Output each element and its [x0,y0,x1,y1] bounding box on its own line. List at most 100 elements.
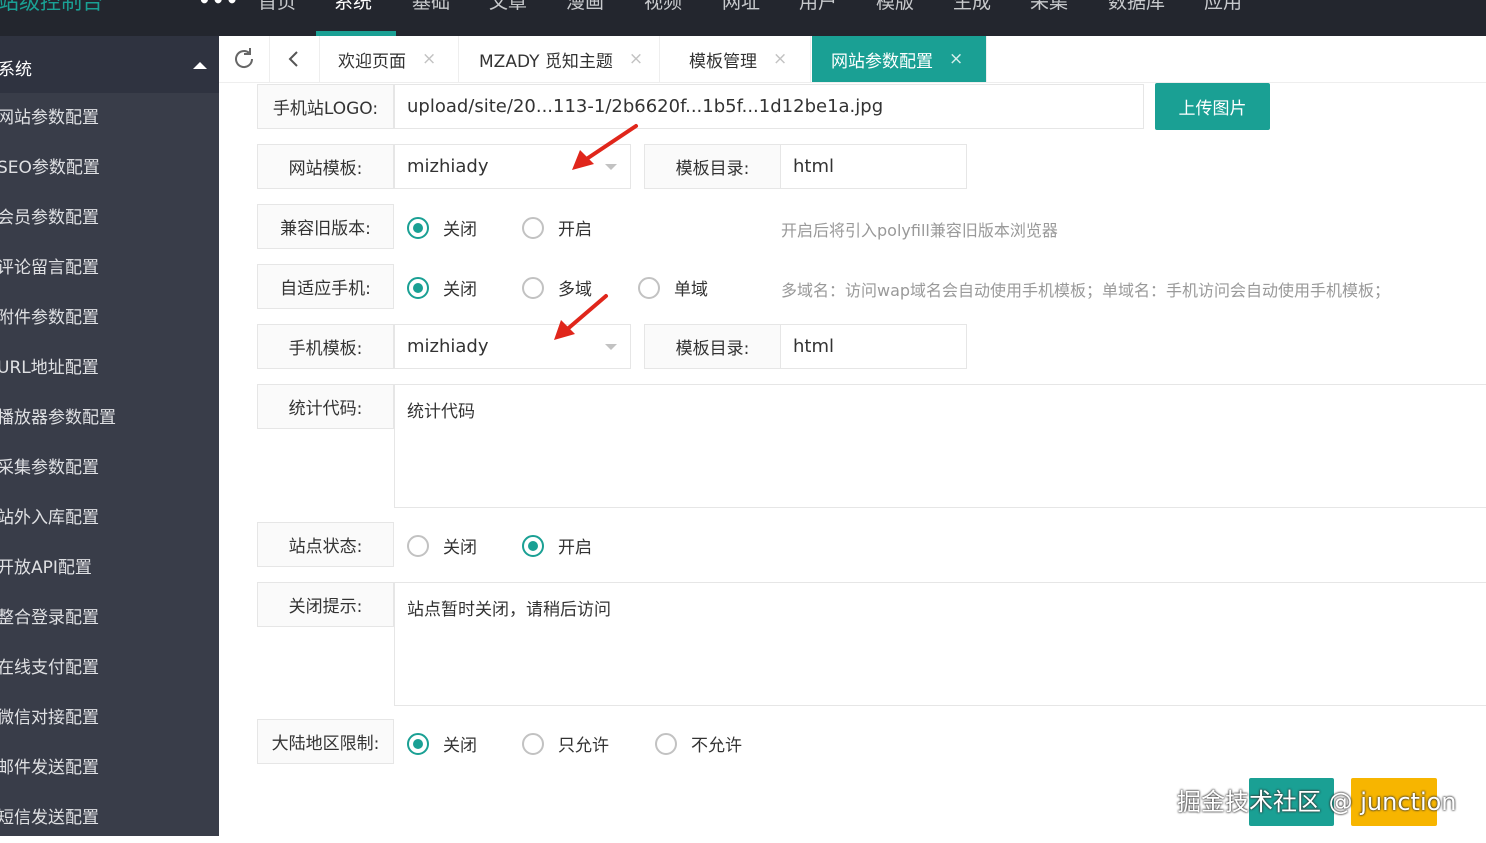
site-template-dir-input[interactable]: html [780,144,967,189]
adaptive-hint: 多域名：访问wap域名会自动使用手机模板；单域名：手机访问会自动使用手机模板； [781,281,1391,300]
sidebar-item-email-config[interactable]: 邮件发送配置 [0,743,219,793]
radio-circle [638,276,660,299]
topnav-item-url[interactable]: 网址 [722,0,760,14]
sidebar-item-api-config[interactable]: 开放API配置 [0,543,219,593]
tab-template-manage[interactable]: 模板管理 × [661,36,811,82]
topnav-item-system[interactable]: 系统 [334,0,372,14]
sidebar-item-wechat-config[interactable]: 微信对接配置 [0,693,219,743]
caret-up-icon [193,62,207,69]
tab-welcome[interactable]: 欢迎页面 × [319,36,459,82]
topnav-item-article[interactable]: 文章 [489,0,527,14]
site-template-label: 网站模板: [257,144,394,189]
close-icon[interactable]: × [422,49,436,69]
sidebar: 系统 网站参数配置 SEO参数配置 会员参数配置 评论留言配置 附件参数配置 U… [0,36,219,836]
topnav-item-generate[interactable]: 生成 [953,0,991,14]
region-radio-deny[interactable]: 不允许 [655,731,742,756]
radio-label: 关闭 [443,280,477,300]
radio-circle [407,732,429,755]
refresh-icon [235,48,254,68]
watermark-text: 掘金技术社区 @ junction [1177,788,1457,816]
radio-circle [655,732,677,755]
radio-circle [522,534,544,557]
radio-circle [407,276,429,299]
radio-circle [522,216,544,239]
site-status-radio-on[interactable]: 开启 [522,533,592,558]
close-icon[interactable]: × [629,49,643,69]
close-icon[interactable]: × [773,49,787,69]
radio-circle [407,534,429,557]
topnav-item-collect[interactable]: 采集 [1030,0,1068,14]
adaptive-radio-off[interactable]: 关闭 [407,275,477,300]
close-tip-label: 关闭提示: [257,582,394,627]
adaptive-label: 自适应手机: [257,264,394,309]
tab-bar: 欢迎页面 × MZADY 觅知主题 × 模板管理 × 网站参数配置 × [219,36,1486,83]
mobile-template-value: mizhiady [407,336,489,357]
compat-radio-off[interactable]: 关闭 [407,215,477,240]
topnav-item-home[interactable]: 首页 [258,0,296,14]
chevron-down-icon [605,344,617,350]
tab-label: MZADY 觅知主题 [479,51,613,72]
top-navbar: 站级控制台 ••• 首页 系统 基础 文章 漫画 视频 网址 用户 模版 生成 … [0,0,1486,36]
radio-label: 开启 [558,220,592,240]
tab-mzady-theme[interactable]: MZADY 觅知主题 × [460,36,660,82]
chevron-left-icon [288,51,298,67]
brand-title: 站级控制台 [0,0,103,14]
mobile-logo-input[interactable]: upload/site/20...113-1/2b6620f...1b5f...… [394,84,1144,129]
more-icon[interactable]: ••• [198,0,239,12]
adaptive-radio-single-domain[interactable]: 单域 [638,275,708,300]
tab-label: 模板管理 [689,51,757,72]
sidebar-item-member-config[interactable]: 会员参数配置 [0,193,219,243]
refresh-button[interactable] [219,36,270,82]
red-arrow-annotation [572,124,638,170]
mobile-logo-label: 手机站LOGO: [257,84,394,129]
topnav-item-apps[interactable]: 应用 [1204,0,1242,14]
topnav-item-basic[interactable]: 基础 [412,0,450,14]
topnav-item-template[interactable]: 模版 [876,0,914,14]
red-arrow-annotation [554,294,608,340]
close-icon[interactable]: × [949,49,963,69]
region-radio-off[interactable]: 关闭 [407,731,477,756]
sidebar-item-player-config[interactable]: 播放器参数配置 [0,393,219,443]
tab-scroll-left-button[interactable] [269,36,320,82]
site-status-radio-off[interactable]: 关闭 [407,533,477,558]
sidebar-group-label: 系统 [0,60,32,80]
radio-circle [407,216,429,239]
sidebar-item-url-config[interactable]: URL地址配置 [0,343,219,393]
sidebar-item-import-config[interactable]: 站外入库配置 [0,493,219,543]
mobile-template-label: 手机模板: [257,324,394,369]
tab-label: 欢迎页面 [338,51,406,72]
mobile-template-dir-label: 模板目录: [644,324,781,369]
tab-site-config[interactable]: 网站参数配置 × [812,36,987,82]
radio-label: 单域 [674,280,708,300]
radio-circle [522,276,544,299]
sidebar-item-pay-config[interactable]: 在线支付配置 [0,643,219,693]
site-template-value: mizhiady [407,156,489,177]
topnav-item-video[interactable]: 视频 [644,0,682,14]
sidebar-item-site-config[interactable]: 网站参数配置 [0,93,219,143]
site-status-label: 站点状态: [257,522,394,567]
sidebar-item-seo-config[interactable]: SEO参数配置 [0,143,219,193]
topnav-item-comic[interactable]: 漫画 [566,0,604,14]
compat-hint: 开启后将引入polyfill兼容旧版本浏览器 [781,221,1058,240]
region-radio-allow-only[interactable]: 只允许 [522,731,609,756]
sidebar-item-collect-config[interactable]: 采集参数配置 [0,443,219,493]
close-tip-textarea[interactable]: 站点暂时关闭，请稍后访问 [394,582,1486,706]
compat-radio-on[interactable]: 开启 [522,215,592,240]
radio-label: 关闭 [443,220,477,240]
sidebar-group-system[interactable]: 系统 [0,36,219,93]
radio-label: 只允许 [558,736,609,756]
radio-label: 关闭 [443,736,477,756]
radio-label: 不允许 [691,736,742,756]
stats-code-textarea[interactable]: 统计代码 [394,384,1486,508]
radio-label: 关闭 [443,538,477,558]
sidebar-item-login-config[interactable]: 整合登录配置 [0,593,219,643]
region-limit-label: 大陆地区限制: [257,719,394,764]
site-template-dir-label: 模板目录: [644,144,781,189]
upload-image-button[interactable]: 上传图片 [1155,83,1270,130]
sidebar-item-attachment-config[interactable]: 附件参数配置 [0,293,219,343]
topnav-item-user[interactable]: 用户 [799,0,837,14]
tab-label: 网站参数配置 [831,51,933,72]
sidebar-item-comment-config[interactable]: 评论留言配置 [0,243,219,293]
topnav-item-database[interactable]: 数据库 [1108,0,1165,14]
mobile-template-dir-input[interactable]: html [780,324,967,369]
